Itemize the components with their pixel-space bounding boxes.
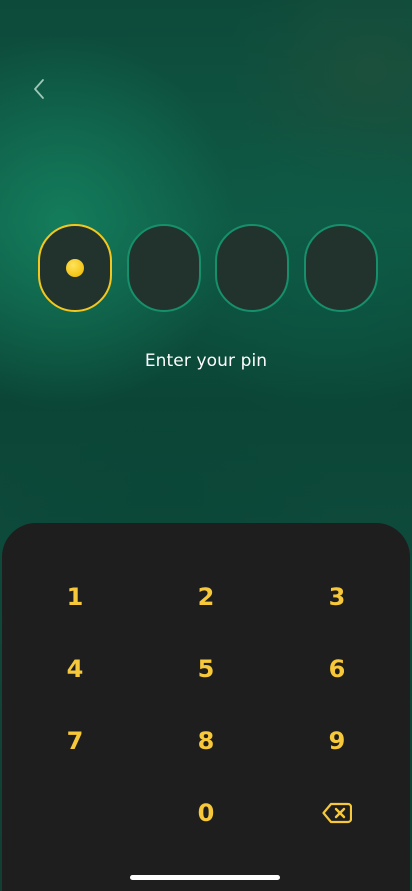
chevron-left-icon bbox=[34, 79, 44, 99]
pin-cell-4[interactable] bbox=[303, 224, 378, 312]
pin-prompt: Enter your pin bbox=[144, 351, 268, 371]
pin-cell-1[interactable] bbox=[38, 224, 112, 312]
backspace-icon bbox=[322, 802, 352, 824]
key-9[interactable]: 9 bbox=[297, 719, 377, 763]
back-button[interactable] bbox=[24, 74, 54, 104]
numeric-keypad: 1 2 3 4 5 6 7 8 9 0 bbox=[2, 523, 410, 891]
pin-input[interactable] bbox=[38, 224, 378, 314]
key-5[interactable]: 5 bbox=[166, 647, 246, 691]
key-2[interactable]: 2 bbox=[166, 575, 246, 619]
key-6[interactable]: 6 bbox=[297, 647, 377, 691]
pin-entry-screen: Enter your pin 1 2 3 4 5 6 7 8 9 0 bbox=[0, 0, 412, 891]
key-8[interactable]: 8 bbox=[166, 719, 246, 763]
pin-cell-3[interactable] bbox=[215, 224, 290, 312]
key-3[interactable]: 3 bbox=[297, 575, 377, 619]
key-0[interactable]: 0 bbox=[166, 791, 246, 835]
key-4[interactable]: 4 bbox=[35, 647, 115, 691]
pin-dot bbox=[66, 259, 84, 277]
key-7[interactable]: 7 bbox=[35, 719, 115, 763]
backspace-button[interactable] bbox=[297, 791, 377, 835]
key-1[interactable]: 1 bbox=[35, 575, 115, 619]
pin-cell-2[interactable] bbox=[126, 224, 201, 312]
home-indicator bbox=[130, 875, 280, 880]
